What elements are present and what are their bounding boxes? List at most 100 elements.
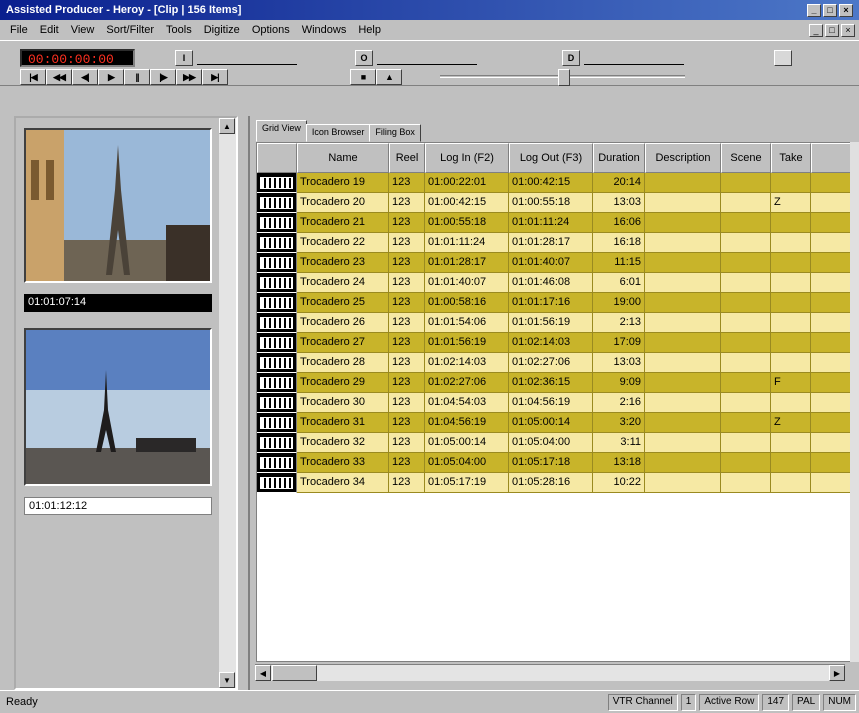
cell-log-out[interactable]: 01:02:36:15 [509,373,593,393]
table-row[interactable]: Trocadero 23 123 01:01:28:17 01:01:40:07 11:… [257,253,859,273]
cell-description[interactable] [645,373,721,393]
cell-description[interactable] [645,233,721,253]
mark-out-field[interactable]: O [355,49,477,67]
clip-icon[interactable] [257,413,297,433]
cell-empty[interactable] [721,233,771,253]
scroll-left-icon[interactable]: ◀ [255,665,271,681]
cell-empty[interactable] [721,293,771,313]
cell-description[interactable] [645,293,721,313]
table-row[interactable]: Trocadero 30 123 01:04:54:03 01:04:56:19 2:1… [257,393,859,413]
cell-log-out[interactable]: 01:02:27:06 [509,353,593,373]
cell-reel[interactable]: 123 [389,233,425,253]
cell-log-out[interactable]: 01:05:17:18 [509,453,593,473]
clip-icon[interactable] [257,233,297,253]
cell-duration[interactable]: 17:09 [593,333,645,353]
cell-duration[interactable]: 13:03 [593,193,645,213]
cell-name[interactable]: Trocadero 19 [297,173,389,193]
cell-duration[interactable]: 13:18 [593,453,645,473]
cell-description[interactable] [645,333,721,353]
cell-take[interactable] [771,353,811,373]
clip-icon[interactable] [257,393,297,413]
shuttle-slider-thumb[interactable] [558,69,570,86]
cell-empty[interactable] [721,253,771,273]
header-log-in[interactable]: Log In (F2) [425,143,509,173]
cell-description[interactable] [645,453,721,473]
cell-log-out[interactable]: 01:01:40:07 [509,253,593,273]
cell-take[interactable]: Z [771,193,811,213]
cell-log-in[interactable]: 01:00:42:15 [425,193,509,213]
clip-icon[interactable] [257,373,297,393]
cell-reel[interactable]: 123 [389,273,425,293]
scroll-up-icon[interactable]: ▲ [219,118,235,134]
cell-name[interactable]: Trocadero 30 [297,393,389,413]
cell-empty[interactable] [721,213,771,233]
cell-log-in[interactable]: 01:00:55:18 [425,213,509,233]
cell-description[interactable] [645,393,721,413]
table-row[interactable]: Trocadero 32 123 01:05:00:14 01:05:04:00 3:1… [257,433,859,453]
cell-name[interactable]: Trocadero 29 [297,373,389,393]
cell-name[interactable]: Trocadero 34 [297,473,389,493]
cell-log-out[interactable]: 01:05:00:14 [509,413,593,433]
cell-take[interactable] [771,313,811,333]
cell-empty[interactable] [721,313,771,333]
play-button[interactable]: ▶ [98,69,124,85]
table-row[interactable]: Trocadero 20 123 01:00:42:15 01:00:55:18 13:… [257,193,859,213]
cell-description[interactable] [645,473,721,493]
cell-take[interactable] [771,453,811,473]
clip-icon[interactable] [257,253,297,273]
cell-reel[interactable]: 123 [389,453,425,473]
cell-empty[interactable] [721,373,771,393]
menu-tools[interactable]: Tools [160,24,198,36]
menu-view[interactable]: View [65,24,101,36]
cell-description[interactable] [645,353,721,373]
cell-name[interactable]: Trocadero 31 [297,413,389,433]
table-row[interactable]: Trocadero 25 123 01:00:58:16 01:01:17:16 19:… [257,293,859,313]
cell-reel[interactable]: 123 [389,253,425,273]
cell-log-in[interactable]: 01:04:56:19 [425,413,509,433]
table-row[interactable]: Trocadero 19 123 01:00:22:01 01:00:42:15 20:… [257,173,859,193]
cell-take[interactable] [771,393,811,413]
cell-description[interactable] [645,313,721,333]
cell-reel[interactable]: 123 [389,373,425,393]
stop-button[interactable]: ■ [350,69,376,85]
cell-reel[interactable]: 123 [389,393,425,413]
cell-reel[interactable]: 123 [389,353,425,373]
header-name[interactable]: Name [297,143,389,173]
cell-name[interactable]: Trocadero 27 [297,333,389,353]
cell-name[interactable]: Trocadero 24 [297,273,389,293]
cell-duration[interactable]: 2:16 [593,393,645,413]
table-row[interactable]: Trocadero 22 123 01:01:11:24 01:01:28:17 16:… [257,233,859,253]
cell-duration[interactable]: 11:15 [593,253,645,273]
fast-forward-button[interactable]: ▶▶ [176,69,202,85]
eject-button[interactable]: ▲ [376,69,402,85]
cell-log-out[interactable]: 01:05:28:16 [509,473,593,493]
cell-empty[interactable] [721,433,771,453]
cell-name[interactable]: Trocadero 32 [297,433,389,453]
mdi-minimize-icon[interactable]: _ [809,23,823,37]
grid-vertical-scrollbar[interactable] [850,142,859,662]
cell-log-in[interactable]: 01:05:17:19 [425,473,509,493]
cell-log-in[interactable]: 01:00:58:16 [425,293,509,313]
cell-take[interactable]: F [771,373,811,393]
options-button[interactable] [774,50,792,66]
header-reel[interactable]: Reel [389,143,425,173]
clip-icon[interactable] [257,453,297,473]
cell-take[interactable] [771,333,811,353]
minimize-icon[interactable]: _ [807,3,821,17]
clip-icon[interactable] [257,193,297,213]
menu-file[interactable]: File [4,24,34,36]
go-to-start-button[interactable]: |◀ [20,69,46,85]
go-to-end-button[interactable]: ▶| [202,69,228,85]
clip-icon[interactable] [257,273,297,293]
table-row[interactable]: Trocadero 21 123 01:00:55:18 01:01:11:24 16:… [257,213,859,233]
table-row[interactable]: Trocadero 31 123 01:04:56:19 01:05:00:14 3:2… [257,413,859,433]
table-row[interactable]: Trocadero 24 123 01:01:40:07 01:01:46:08 6:0… [257,273,859,293]
cell-name[interactable]: Trocadero 33 [297,453,389,473]
cell-log-out[interactable]: 01:02:14:03 [509,333,593,353]
cell-log-in[interactable]: 01:05:00:14 [425,433,509,453]
cell-reel[interactable]: 123 [389,333,425,353]
header-description[interactable]: Description [645,143,721,173]
menu-windows[interactable]: Windows [296,24,353,36]
table-row[interactable]: Trocadero 28 123 01:02:14:03 01:02:27:06 13:… [257,353,859,373]
cell-duration[interactable]: 16:18 [593,233,645,253]
